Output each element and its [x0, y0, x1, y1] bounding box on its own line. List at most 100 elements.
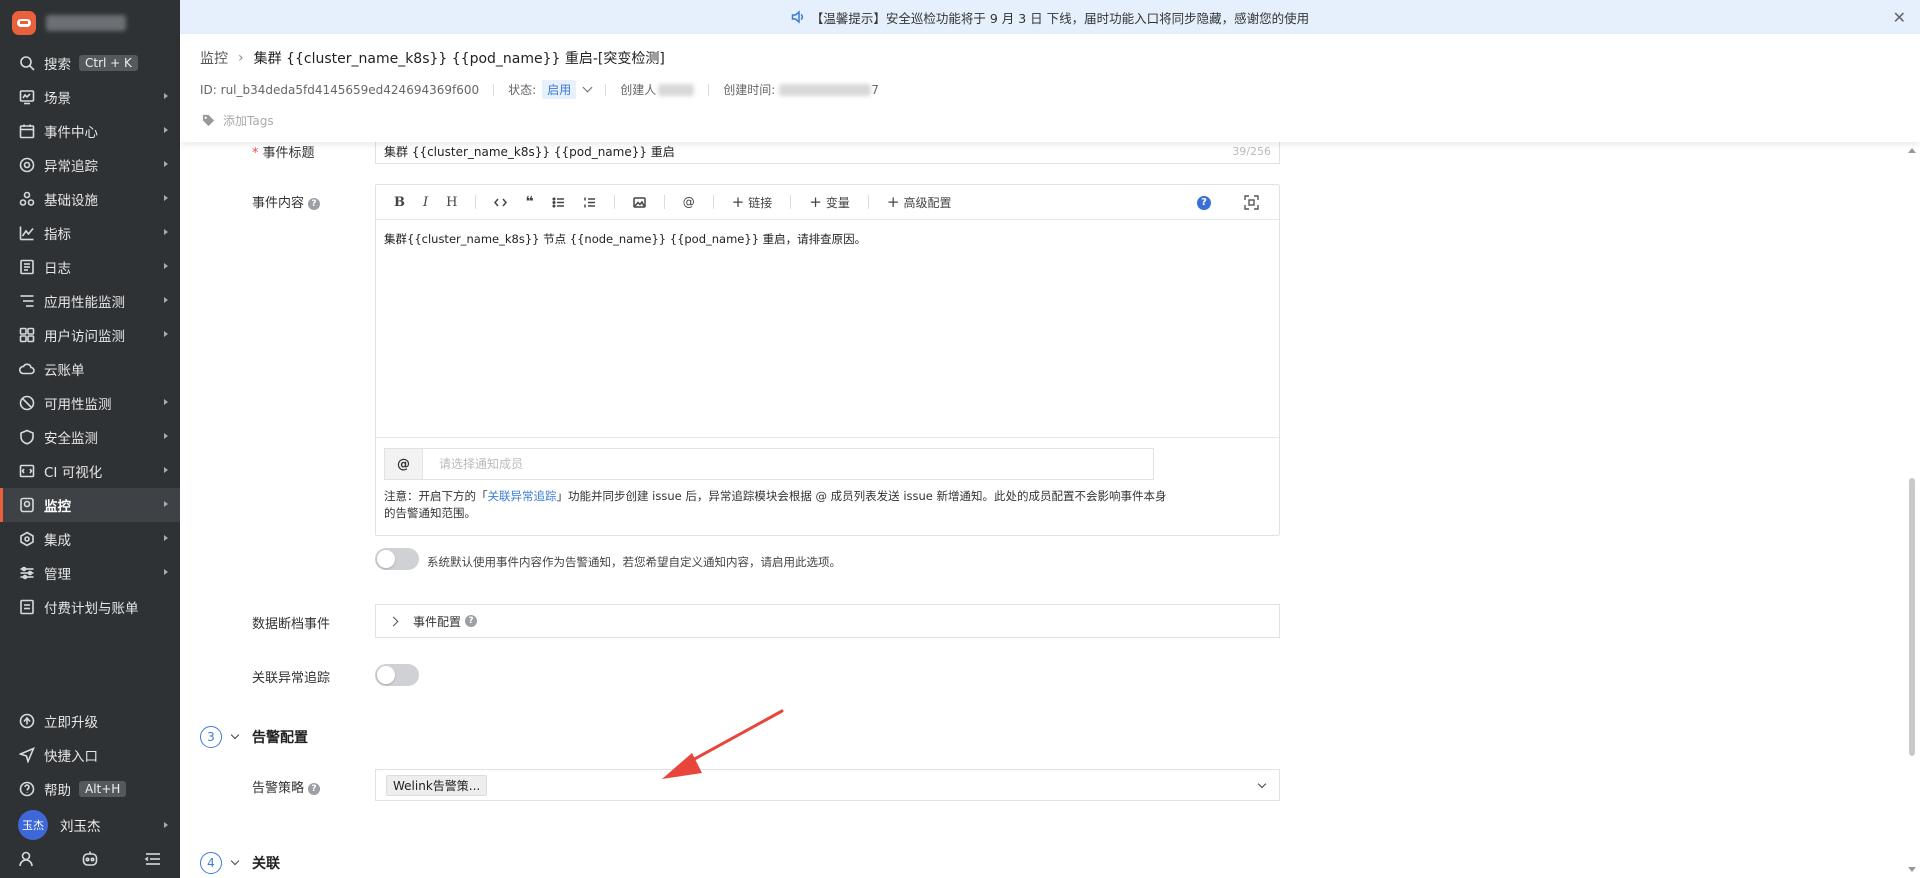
bullet-list-icon[interactable]: [552, 196, 565, 209]
chevron-right-icon: [388, 616, 399, 626]
chevron-down-icon: [230, 730, 240, 740]
alert-policy-select[interactable]: Welink告警策...: [375, 769, 1280, 801]
custom-notify-toggle[interactable]: [375, 548, 419, 570]
step-number: 4: [200, 852, 222, 874]
sidebar-item-rum[interactable]: 用户访问监测: [0, 318, 180, 352]
image-icon[interactable]: [632, 196, 646, 209]
divider: [605, 83, 607, 96]
variable-button-label: 变量: [825, 195, 850, 210]
user-name: 刘玉杰: [60, 819, 101, 835]
mention-icon[interactable]: @: [683, 195, 695, 209]
sidebar-item-label: 指标: [44, 227, 71, 243]
divider: [663, 195, 665, 209]
event-content-label-text: 事件内容: [252, 196, 305, 211]
italic-button[interactable]: I: [423, 195, 428, 210]
heading-button[interactable]: H: [446, 195, 457, 210]
editor-help-icon[interactable]: ?: [1197, 196, 1211, 210]
sidebar-item-billing[interactable]: 付费计划与账单: [0, 590, 180, 624]
sidebar-item-label: 快捷入口: [44, 749, 98, 765]
question-icon[interactable]: ?: [465, 615, 478, 627]
sidebar-item-manage[interactable]: 管理: [0, 556, 180, 590]
status-label: 状态:: [508, 83, 537, 97]
sidebar-item-issue-tracking[interactable]: 异常追踪: [0, 148, 180, 182]
tag-icon: [202, 114, 215, 127]
divider: [790, 195, 792, 209]
sidebar-item-label: 应用性能监测: [44, 295, 125, 311]
sidebar-item-infrastructure[interactable]: 基础设施: [0, 182, 180, 216]
event-content-textarea[interactable]: 集群{{cluster_name_k8s}} 节点 {{node_name}} …: [376, 220, 1279, 438]
sidebar-bottom: 立即升级 快捷入口 帮助 Alt+H 玉杰 刘玉杰: [0, 704, 180, 878]
sidebar-item-shortcut[interactable]: 快捷入口: [0, 738, 180, 772]
user-add-icon[interactable]: [18, 850, 36, 872]
sidebar-item-integration[interactable]: 集成: [0, 522, 180, 556]
send-icon: [18, 746, 36, 764]
sidebar-item-ci[interactable]: CI 可视化: [0, 454, 180, 488]
sidebar: 搜索 Ctrl + K 场景 事件中心 异常追踪 基础设施 指标 日志 应用性能…: [0, 0, 180, 878]
sidebar-item-label: 云账单: [44, 363, 85, 379]
submenu-arrow-icon: [164, 331, 168, 337]
link-issue-toggle[interactable]: [375, 664, 419, 686]
link-button[interactable]: + 链接: [732, 193, 773, 211]
advanced-config-button[interactable]: + 高级配置: [887, 193, 952, 211]
editor-toolbar: B I H ❝ @ + 链接 + 变量 + 高级配置 ?: [376, 185, 1279, 220]
assistant-bot-icon[interactable]: [81, 850, 99, 872]
annotation-arrow-icon: [662, 709, 784, 779]
chevron-down-icon[interactable]: [582, 82, 593, 93]
submenu-arrow-icon: [164, 433, 168, 439]
link-issue-link[interactable]: 关联异常追踪: [488, 489, 557, 503]
upgrade-icon: [18, 712, 36, 730]
user-profile[interactable]: 玉杰 刘玉杰: [0, 806, 180, 844]
close-icon[interactable]: ✕: [1893, 8, 1906, 27]
event-config-collapse[interactable]: 事件配置 ?: [375, 604, 1280, 638]
section-alert-config[interactable]: 3 告警配置: [200, 726, 308, 748]
alert-policy-label: 告警策略?: [252, 777, 321, 796]
question-icon[interactable]: ?: [308, 782, 321, 795]
submenu-arrow-icon: [164, 93, 168, 99]
sidebar-item-availability[interactable]: 可用性监测: [0, 386, 180, 420]
alert-policy-chip[interactable]: Welink告警策...: [386, 774, 488, 796]
page-scrollbar[interactable]: [1908, 146, 1916, 874]
shortcut-badge: Ctrl + K: [79, 55, 138, 71]
sidebar-item-cloud-bill[interactable]: 云账单: [0, 352, 180, 386]
sidebar-item-scene[interactable]: 场景: [0, 80, 180, 114]
sidebar-item-label: CI 可视化: [44, 465, 103, 481]
sidebar-item-help[interactable]: 帮助 Alt+H: [0, 772, 180, 806]
scroll-up-icon[interactable]: [1908, 148, 1916, 153]
ordered-list-icon[interactable]: [583, 196, 596, 209]
sidebar-item-apm[interactable]: 应用性能监测: [0, 284, 180, 318]
mention-members-input[interactable]: [423, 449, 1153, 479]
workspace-name-redacted[interactable]: [46, 15, 126, 31]
sidebar-item-event-center[interactable]: 事件中心: [0, 114, 180, 148]
event-title-input[interactable]: 集群 {{cluster_name_k8s}} {{pod_name}} 重启 …: [375, 142, 1280, 164]
plus-icon: +: [809, 193, 822, 211]
scroll-thumb[interactable]: [1909, 478, 1915, 756]
ci-icon: [18, 462, 36, 480]
app-logo-icon[interactable]: [12, 11, 36, 35]
sidebar-item-metrics[interactable]: 指标: [0, 216, 180, 250]
scroll-down-icon[interactable]: [1908, 867, 1916, 872]
divider: [493, 83, 495, 96]
sidebar-item-monitor[interactable]: 监控: [0, 488, 180, 522]
quote-icon[interactable]: ❝: [525, 194, 533, 210]
creator-label: 创建人: [620, 83, 657, 97]
section-relation[interactable]: 4 关联: [200, 852, 280, 874]
question-icon[interactable]: ?: [308, 197, 321, 210]
add-tags[interactable]: 添加Tags: [202, 112, 274, 129]
collapse-menu-icon[interactable]: [144, 850, 162, 872]
sidebar-item-label: 帮助: [44, 783, 71, 799]
char-counter: 39/256: [1232, 145, 1271, 158]
fullscreen-icon[interactable]: [1244, 195, 1259, 210]
bold-button[interactable]: B: [394, 195, 405, 210]
breadcrumb-parent[interactable]: 监控: [200, 48, 228, 68]
status-badge[interactable]: 启用: [542, 80, 577, 99]
sidebar-item-search[interactable]: 搜索 Ctrl + K: [0, 46, 180, 80]
scene-icon: [18, 88, 36, 106]
code-icon[interactable]: [494, 196, 508, 209]
sidebar-item-security[interactable]: 安全监测: [0, 420, 180, 454]
plus-icon: +: [886, 193, 900, 211]
sidebar-item-label: 异常追踪: [44, 159, 98, 175]
variable-button[interactable]: + 变量: [809, 193, 850, 211]
sidebar-item-logs[interactable]: 日志: [0, 250, 180, 284]
sidebar-item-upgrade[interactable]: 立即升级: [0, 704, 180, 738]
chevron-down-icon: [1257, 779, 1267, 789]
